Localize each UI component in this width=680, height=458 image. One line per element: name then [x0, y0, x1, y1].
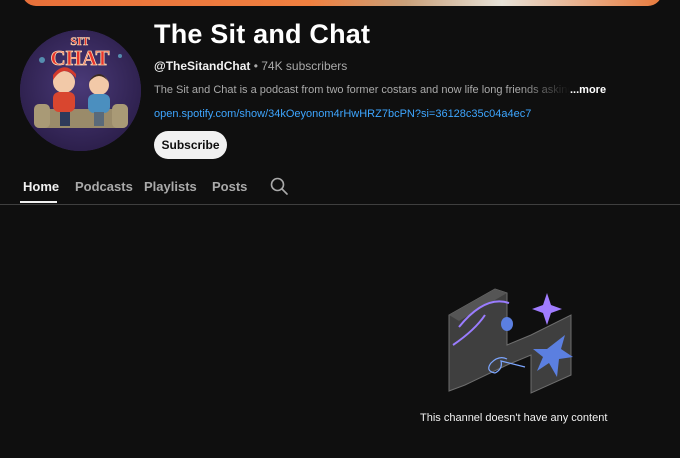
tab-podcasts[interactable]: Podcasts	[75, 179, 133, 194]
tab-home[interactable]: Home	[23, 179, 59, 194]
channel-link[interactable]: open.spotify.com/show/34kOeyonom4rHwHRZ7…	[154, 108, 531, 120]
more-button[interactable]: ...more	[570, 84, 606, 96]
channel-banner	[22, 0, 662, 6]
search-icon[interactable]	[269, 176, 289, 196]
tab-playlists[interactable]: Playlists	[144, 179, 197, 194]
empty-state-message: This channel doesn't have any content	[420, 412, 608, 424]
active-tab-indicator	[20, 201, 57, 203]
channel-tabs: Home Podcasts Playlists Posts	[0, 170, 680, 205]
subscribe-button[interactable]: Subscribe	[154, 131, 227, 159]
subscriber-count: 74K subscribers	[261, 59, 348, 73]
channel-description[interactable]: The Sit and Chat is a podcast from two f…	[154, 84, 624, 96]
channel-avatar[interactable]: SIT CHAT	[20, 30, 141, 151]
channel-title: The Sit and Chat	[154, 19, 371, 49]
description-text: The Sit and Chat is a podcast from two f…	[154, 84, 570, 96]
empty-state-illustration	[445, 285, 577, 397]
avatar-image: SIT CHAT	[20, 30, 141, 151]
channel-handle: @TheSitandChat	[154, 59, 251, 73]
svg-text:CHAT: CHAT	[50, 46, 109, 70]
channel-meta: @TheSitandChat • 74K subscribers	[154, 59, 347, 73]
tab-posts[interactable]: Posts	[212, 179, 247, 194]
meta-separator: •	[250, 59, 262, 73]
